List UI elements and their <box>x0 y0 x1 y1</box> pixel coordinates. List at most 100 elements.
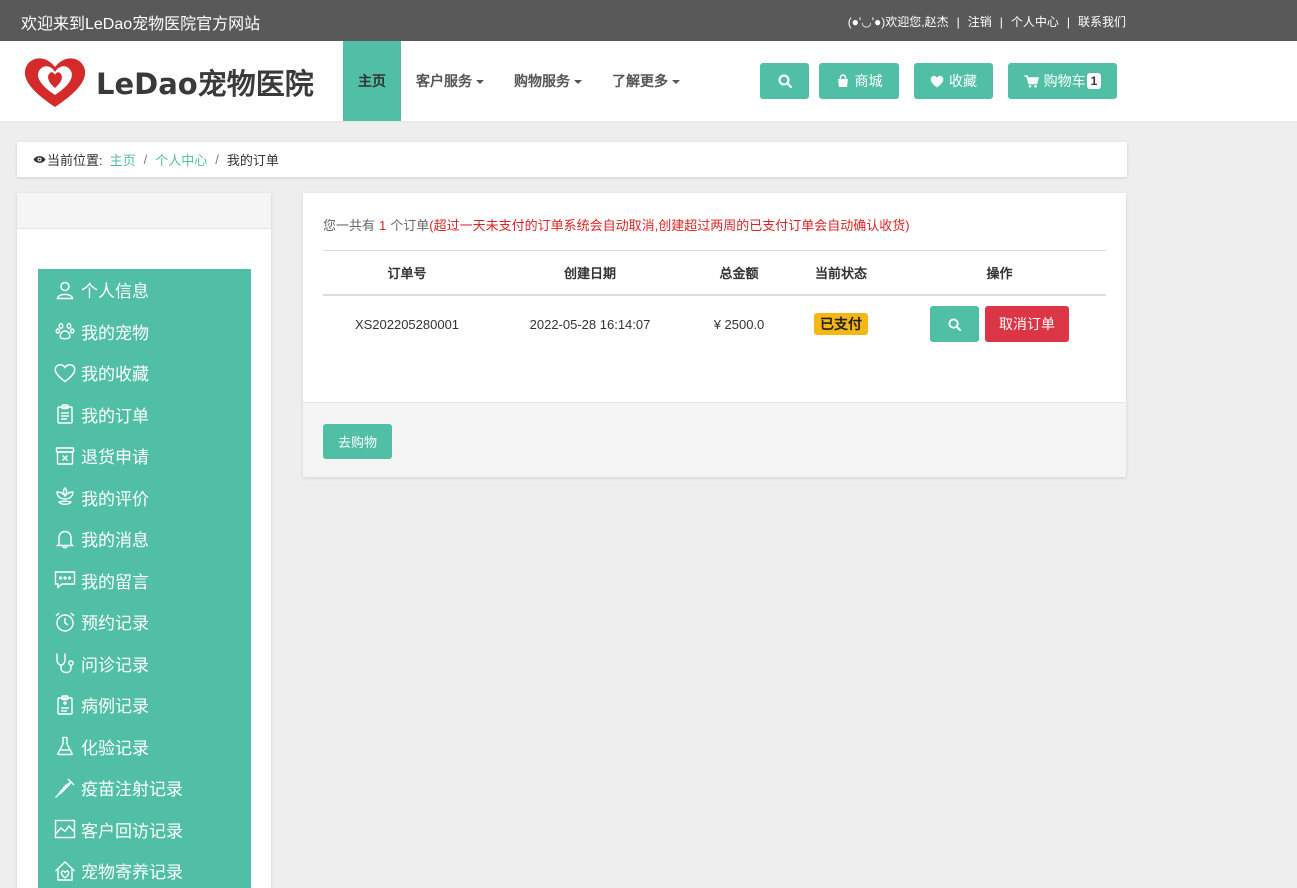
breadcrumb-center-link[interactable]: 个人中心 <box>155 150 207 169</box>
header: LeDao宠物医院 主页 客户服务 购物服务 了解更多 商城 收藏 购物车 1 <box>0 41 1297 122</box>
house-icon <box>54 860 76 882</box>
sidebar-item-messages[interactable]: 我的消息 <box>38 518 251 560</box>
sidebar-item-label: 问诊记录 <box>81 655 149 675</box>
nav-home[interactable]: 主页 <box>343 41 401 121</box>
sidebar: 个人信息 我的宠物 我的收藏 我的订单 退货申请 我的评价 我的消息 我的留言 <box>17 193 271 888</box>
column-header: 当前状态 <box>789 250 893 296</box>
heart-icon <box>930 75 944 87</box>
cancel-order-button[interactable]: 取消订单 <box>985 306 1069 342</box>
logout-link[interactable]: 注销 <box>968 13 992 30</box>
sidebar-item-label: 我的评价 <box>81 489 149 509</box>
sidebar-item-comments[interactable]: 我的留言 <box>38 560 251 602</box>
separator: | <box>956 14 960 29</box>
sidebar-item-label: 宠物寄养记录 <box>81 863 183 883</box>
sidebar-item-label: 我的留言 <box>81 572 149 592</box>
cart-label: 购物车 <box>1043 73 1086 89</box>
order-status-cell: 已支付 <box>789 295 893 353</box>
go-shopping-button[interactable]: 去购物 <box>323 424 392 459</box>
cart-count-badge: 1 <box>1086 73 1102 89</box>
sidebar-item-label: 我的订单 <box>81 406 149 426</box>
nav-shopping-service-label: 购物服务 <box>514 73 570 89</box>
favorites-button[interactable]: 收藏 <box>914 63 993 99</box>
sidebar-item-orders[interactable]: 我的订单 <box>38 394 251 436</box>
alarm-clock-icon <box>54 611 76 633</box>
column-header: 创建日期 <box>491 250 689 296</box>
clipboard-icon <box>54 403 76 425</box>
separator: | <box>999 14 1003 29</box>
sidebar-item-medical-records[interactable]: 病例记录 <box>38 684 251 726</box>
sidebar-item-label: 疫苗注射记录 <box>81 780 183 800</box>
logo-text: LeDao宠物医院 <box>96 67 314 101</box>
user-greeting: (●'◡'●)欢迎您,赵杰 <box>847 15 949 29</box>
status-badge: 已支付 <box>814 313 868 335</box>
sidebar-item-vaccinations[interactable]: 疫苗注射记录 <box>38 767 251 809</box>
summary-prefix: 您一共有 <box>323 218 376 233</box>
cart-button[interactable]: 购物车 1 <box>1008 63 1117 99</box>
sidebar-item-follow-ups[interactable]: 客户回访记录 <box>38 809 251 851</box>
order-total: ¥ 2500.0 <box>713 316 765 332</box>
nav-learn-more-label: 了解更多 <box>612 73 668 89</box>
sidebar-item-boarding[interactable]: 宠物寄养记录 <box>38 850 251 888</box>
table-row: XS202205280001 2022-05-28 16:14:07 ¥ 250… <box>323 295 1106 353</box>
chat-icon <box>54 569 76 591</box>
sidebar-item-lab-tests[interactable]: 化验记录 <box>38 726 251 768</box>
sidebar-item-label: 病例记录 <box>81 697 149 717</box>
sidebar-item-label: 退货申请 <box>81 448 149 468</box>
sidebar-item-profile[interactable]: 个人信息 <box>38 269 251 311</box>
site-welcome-text: 欢迎来到LeDao宠物医院官方网站 <box>21 16 261 33</box>
breadcrumb-current: 我的订单 <box>226 153 279 168</box>
column-header: 总金额 <box>689 250 789 296</box>
order-notice: (超过一天未支付的订单系统会自动取消,创建超过两周的已支付订单会自动确认收货) <box>429 218 910 233</box>
syringe-icon <box>54 777 76 799</box>
caret-down-icon <box>672 80 680 85</box>
mall-label: 商城 <box>854 73 883 89</box>
bell-icon <box>54 528 76 550</box>
sidebar-item-returns[interactable]: 退货申请 <box>38 435 251 477</box>
chart-icon <box>54 818 76 840</box>
sidebar-item-label: 我的宠物 <box>81 323 149 343</box>
orders-summary: 您一共有 1 个订单(超过一天未支付的订单系统会自动取消,创建超过两周的已支付订单会… <box>323 215 910 234</box>
sidebar-item-favorites[interactable]: 我的收藏 <box>38 352 251 394</box>
order-actions: 取消订单 <box>893 295 1106 353</box>
main-nav: 主页 客户服务 购物服务 了解更多 <box>343 41 695 121</box>
caret-down-icon <box>476 80 484 85</box>
mall-button[interactable]: 商城 <box>819 63 899 99</box>
order-count: 1 <box>379 218 387 233</box>
paw-icon <box>54 320 76 342</box>
sidebar-item-label: 化验记录 <box>81 738 149 758</box>
eye-icon <box>33 156 46 163</box>
nav-learn-more[interactable]: 了解更多 <box>597 41 695 121</box>
shopping-bag-icon <box>837 74 848 87</box>
sidebar-item-reviews[interactable]: 我的评价 <box>38 477 251 519</box>
sidebar-item-pets[interactable]: 我的宠物 <box>38 311 251 353</box>
column-header: 订单号 <box>323 250 491 296</box>
breadcrumb-home-link[interactable]: 主页 <box>110 150 136 169</box>
search-icon <box>948 317 961 331</box>
nav-customer-service[interactable]: 客户服务 <box>401 41 499 121</box>
breadcrumb: 当前位置: 主页 / 个人中心 / 我的订单 <box>17 142 1127 177</box>
flask-icon <box>54 735 76 757</box>
return-box-icon <box>54 445 76 467</box>
profile-link[interactable]: 个人中心 <box>1011 13 1059 30</box>
caret-down-icon <box>574 80 582 85</box>
logo-heart-icon <box>24 58 86 107</box>
sidebar-item-consultations[interactable]: 问诊记录 <box>38 643 251 685</box>
separator: | <box>1066 14 1070 29</box>
panel-footer: 去购物 <box>303 402 1126 477</box>
sidebar-item-label: 个人信息 <box>81 282 149 302</box>
contact-link[interactable]: 联系我们 <box>1078 13 1126 30</box>
heart-icon <box>54 362 76 384</box>
favorites-label: 收藏 <box>949 73 977 89</box>
order-date: 2022-05-28 16:14:07 <box>529 316 651 332</box>
orders-panel: 您一共有 1 个订单(超过一天未支付的订单系统会自动取消,创建超过两周的已支付订单会… <box>303 193 1126 477</box>
nav-shopping-service[interactable]: 购物服务 <box>499 41 597 121</box>
column-header: 操作 <box>893 250 1106 296</box>
view-order-button[interactable] <box>930 306 979 342</box>
sidebar-item-appointments[interactable]: 预约记录 <box>38 601 251 643</box>
top-bar: 欢迎来到LeDao宠物医院官方网站 (●'◡'●)欢迎您,赵杰 | 注销 | 个… <box>0 0 1297 41</box>
sidebar-item-label: 我的消息 <box>81 531 149 551</box>
search-button[interactable] <box>760 63 809 99</box>
nav-customer-service-label: 客户服务 <box>416 73 472 89</box>
orders-table: 订单号 创建日期 总金额 当前状态 操作 XS202205280001 2022… <box>323 250 1106 353</box>
logo[interactable]: LeDao宠物医院 <box>22 55 314 109</box>
